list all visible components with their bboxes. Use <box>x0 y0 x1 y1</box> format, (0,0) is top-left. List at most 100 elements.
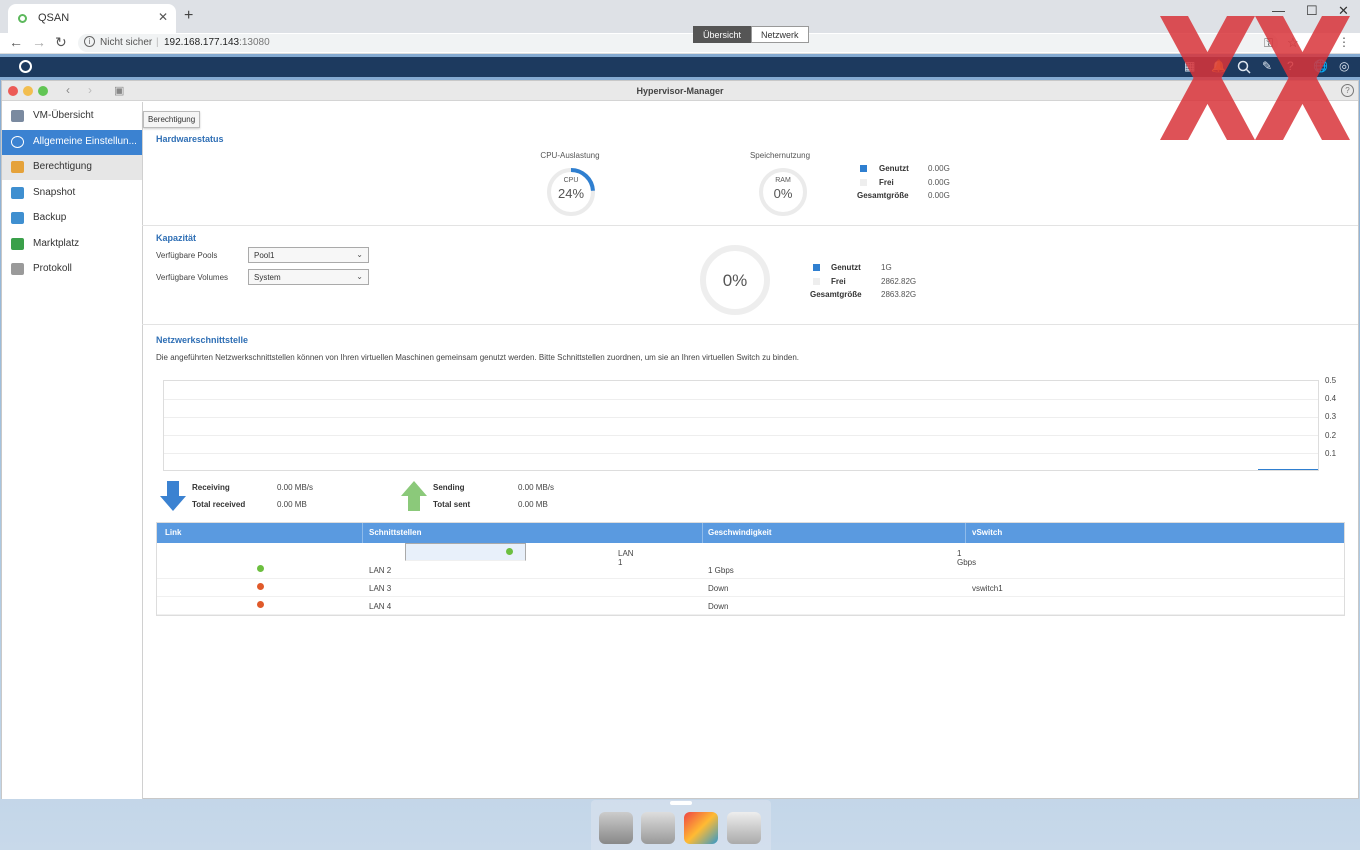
browser-tab[interactable]: QSAN ✕ <box>8 4 176 33</box>
column-separator <box>702 523 703 543</box>
total-value: 2863.82G <box>881 290 917 299</box>
sidebar-item[interactable]: VM-Übersicht <box>2 104 142 129</box>
column-separator <box>965 523 966 543</box>
sidebar-item[interactable]: Backup <box>2 206 142 231</box>
new-tab-button[interactable]: + <box>184 7 193 25</box>
dock-handle[interactable] <box>670 801 692 805</box>
used-label: Genutzt <box>879 164 909 173</box>
qsan-logo-icon[interactable] <box>19 60 32 73</box>
table-row[interactable]: LAN 11 Gbps <box>405 543 976 567</box>
security-label: Nicht sicher <box>100 37 153 48</box>
sidebar-item-label: Marktplatz <box>33 237 80 249</box>
table-row[interactable]: LAN 3 Down vswitch1 <box>157 579 1344 597</box>
y-tick: 0.2 <box>1325 431 1337 440</box>
volumes-select[interactable]: System ⌄ <box>248 269 369 285</box>
receiving-value: 0.00 MB/s <box>277 483 314 492</box>
sidebar-item[interactable]: Marktplatz <box>2 232 142 257</box>
chevron-down-icon: ⌄ <box>356 250 363 259</box>
url-host: 192.168.177.143 <box>164 37 240 48</box>
tab-network[interactable]: Netzwerk <box>751 26 809 43</box>
memory-gauge-value: 0% <box>773 186 793 201</box>
total-value: 0.00G <box>928 191 950 200</box>
link-status-icon <box>257 583 264 590</box>
link-status-icon <box>257 601 264 608</box>
cart-icon <box>11 237 24 250</box>
control-panel-icon[interactable] <box>599 812 633 844</box>
used-swatch <box>860 165 867 172</box>
permission-icon <box>11 161 24 173</box>
cell-speed: Down <box>708 602 729 611</box>
y-tick: 0.3 <box>1325 412 1337 421</box>
total-label: Gesamtgröße <box>857 191 909 200</box>
cpu-gauge-inner-label: CPU <box>563 177 579 184</box>
sidebar-item-label: Backup <box>33 212 67 223</box>
volumes-select-value: System <box>254 273 281 282</box>
nas-top-bar: ▦ 🔔 ✎ ? 🌐 ◎ <box>0 57 1360 77</box>
free-label: Frei <box>879 178 894 187</box>
section-divider <box>142 225 1358 226</box>
cell-speed: Down <box>708 584 729 593</box>
url-port: :13080 <box>239 37 270 48</box>
sending-value: 0.00 MB/s <box>518 483 555 492</box>
info-icon[interactable]: i <box>84 36 95 47</box>
free-swatch <box>860 179 867 186</box>
table-row[interactable]: LAN 4 Down <box>157 597 1344 615</box>
app-grid-icon[interactable] <box>641 812 675 844</box>
sidebar-item-label: Berechtigung <box>33 161 92 172</box>
sending-arrow-icon <box>401 481 427 511</box>
grid-line <box>164 453 1318 454</box>
sidebar: VM-Übersicht Allgemeine Einstellun... Bere… <box>2 102 143 799</box>
column-separator <box>362 523 363 543</box>
cell-name: LAN 2 <box>369 566 392 575</box>
sidebar-item[interactable]: Protokoll <box>2 257 142 282</box>
cell-vswitch: vswitch1 <box>972 584 1003 593</box>
y-tick: 0.1 <box>1325 449 1337 458</box>
cpu-gauge-label: CPU-Auslastung <box>540 151 600 160</box>
receiving-arrow-icon <box>160 481 186 511</box>
grid-line <box>164 435 1318 436</box>
file-manager-icon[interactable] <box>684 812 718 844</box>
used-swatch <box>813 264 820 271</box>
memory-gauge-inner-label: RAM <box>775 177 791 184</box>
section-divider <box>142 324 1358 325</box>
cell-name: LAN 3 <box>369 584 392 593</box>
table-header: Link Schnittstellen Geschwindigkeit vSwi… <box>157 523 1344 543</box>
column-header-link[interactable]: Link <box>165 528 181 537</box>
reload-icon[interactable]: ↻ <box>55 34 67 51</box>
used-value: 0.00G <box>928 164 950 173</box>
volumes-label: Verfügbare Volumes <box>156 273 229 282</box>
interfaces-table: Link Schnittstellen Geschwindigkeit vSwi… <box>156 522 1345 616</box>
free-value: 2862.82G <box>881 277 917 286</box>
url-field[interactable]: i Nicht sicher | 192.168.177.143:13080 <box>78 34 1278 52</box>
sidebar-item[interactable]: Berechtigung <box>2 155 142 180</box>
close-tab-icon[interactable]: ✕ <box>158 10 168 24</box>
total-received-value: 0.00 MB <box>277 500 307 509</box>
total-label: Gesamtgröße <box>810 290 862 299</box>
sidebar-item[interactable]: Snapshot <box>2 181 142 206</box>
sidebar-item-label: Snapshot <box>33 186 76 198</box>
receiving-label: Receiving <box>192 483 230 492</box>
column-header-interfaces[interactable]: Schnittstellen <box>369 528 421 537</box>
view-tabs: Übersicht Netzwerk <box>693 26 809 43</box>
cell-speed: 1 Gbps <box>708 566 734 575</box>
settings-icon <box>11 135 24 148</box>
table-row[interactable]: LAN 2 1 Gbps <box>157 561 1344 579</box>
back-icon[interactable]: ← <box>9 34 23 50</box>
url-separator: | <box>156 37 159 48</box>
traffic-graph <box>163 380 1319 471</box>
tooltip: Berechtigung <box>143 111 201 128</box>
tab-overview[interactable]: Übersicht <box>693 26 752 43</box>
free-label: Frei <box>831 277 846 286</box>
column-header-vswitch[interactable]: vSwitch <box>972 528 1002 537</box>
forward-icon[interactable]: → <box>32 34 46 50</box>
sidebar-item-label: Allgemeine Einstellun... <box>33 135 137 147</box>
capacity-gauge-value: 0% <box>722 271 748 290</box>
sidebar-item[interactable]: Allgemeine Einstellun... <box>2 129 142 155</box>
free-swatch <box>813 278 820 285</box>
table-body: LAN 11 Gbps LAN 21 Gbps LAN 3 Down vswitch1 L… <box>157 543 1344 615</box>
y-tick: 0.5 <box>1325 376 1337 385</box>
recycle-bin-icon[interactable] <box>727 812 761 844</box>
pools-select[interactable]: Pool1 ⌄ <box>248 247 369 263</box>
pools-select-value: Pool1 <box>254 251 275 260</box>
column-header-speed[interactable]: Geschwindigkeit <box>708 528 772 537</box>
